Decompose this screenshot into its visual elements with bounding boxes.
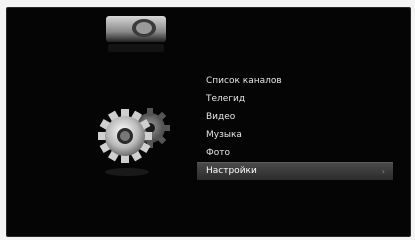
- tv-menu-screen: Список каналов Телегид Видео Музыка Фото…: [6, 7, 411, 237]
- menu-item-label: Музыка: [206, 130, 242, 140]
- menu-item-music[interactable]: Музыка: [197, 126, 393, 144]
- menu-item-tv-guide[interactable]: Телегид: [197, 90, 393, 108]
- menu-item-label: Фото: [206, 148, 231, 158]
- media-device-icon: [106, 16, 166, 52]
- menu-item-label: Настройки: [206, 166, 257, 176]
- menu-item-photo[interactable]: Фото: [197, 144, 393, 162]
- menu-item-label: Список каналов: [206, 76, 282, 86]
- menu-item-channel-list[interactable]: Список каналов: [197, 72, 393, 90]
- menu-item-label: Видео: [206, 112, 236, 122]
- settings-gears-icon: [98, 108, 170, 176]
- menu-item-label: Телегид: [206, 94, 246, 104]
- menu-item-video[interactable]: Видео: [197, 108, 393, 126]
- chevron-right-icon: ›: [381, 167, 385, 176]
- menu-item-settings[interactable]: Настройки ›: [197, 162, 393, 180]
- main-menu: Список каналов Телегид Видео Музыка Фото…: [197, 72, 393, 180]
